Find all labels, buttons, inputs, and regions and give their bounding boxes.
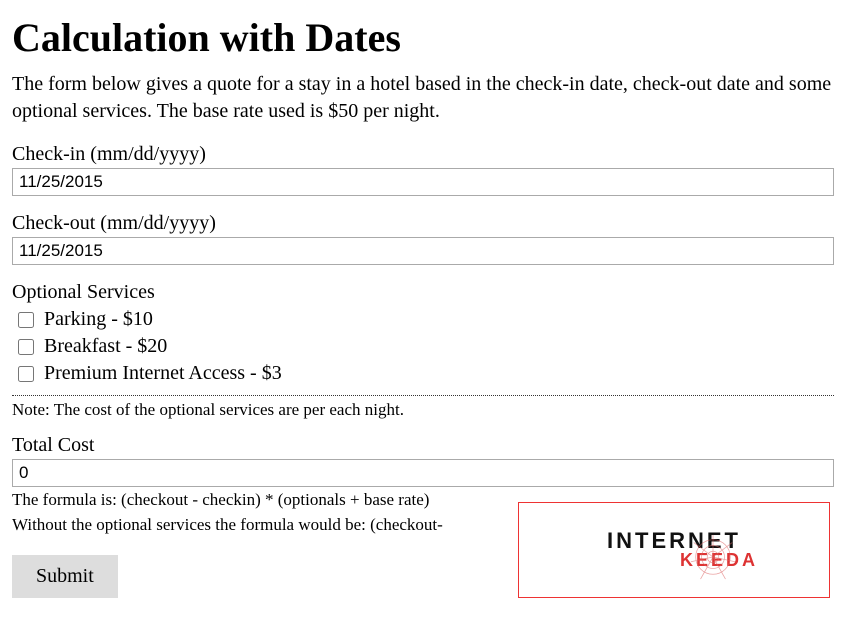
list-item: Breakfast - $20 xyxy=(18,335,834,358)
checkin-label: Check-in (mm/dd/yyyy) xyxy=(12,143,834,166)
list-item: Parking - $10 xyxy=(18,308,834,331)
parking-checkbox[interactable] xyxy=(18,312,34,328)
watermark: INTERNET KEEDA xyxy=(518,502,830,598)
list-item: Premium Internet Access - $3 xyxy=(18,362,834,385)
internet-checkbox[interactable] xyxy=(18,366,34,382)
note-text: Note: The cost of the optional services … xyxy=(12,400,834,420)
checkout-group: Check-out (mm/dd/yyyy) xyxy=(12,212,834,265)
internet-label: Premium Internet Access - $3 xyxy=(44,362,282,385)
optional-heading: Optional Services xyxy=(12,281,834,304)
divider xyxy=(12,395,834,396)
optional-services: Optional Services Parking - $10 Breakfas… xyxy=(12,281,834,385)
total-group: Total Cost xyxy=(12,434,834,487)
checkout-label: Check-out (mm/dd/yyyy) xyxy=(12,212,834,235)
breakfast-label: Breakfast - $20 xyxy=(44,335,167,358)
spiderweb-icon xyxy=(689,533,737,581)
intro-text: The form below gives a quote for a stay … xyxy=(12,71,834,125)
checkin-group: Check-in (mm/dd/yyyy) xyxy=(12,143,834,196)
total-input[interactable] xyxy=(12,459,834,487)
breakfast-checkbox[interactable] xyxy=(18,339,34,355)
total-label: Total Cost xyxy=(12,434,834,457)
checkout-input[interactable] xyxy=(12,237,834,265)
parking-label: Parking - $10 xyxy=(44,308,153,331)
checkin-input[interactable] xyxy=(12,168,834,196)
page-title: Calculation with Dates xyxy=(12,14,834,61)
submit-button[interactable]: Submit xyxy=(12,555,118,598)
